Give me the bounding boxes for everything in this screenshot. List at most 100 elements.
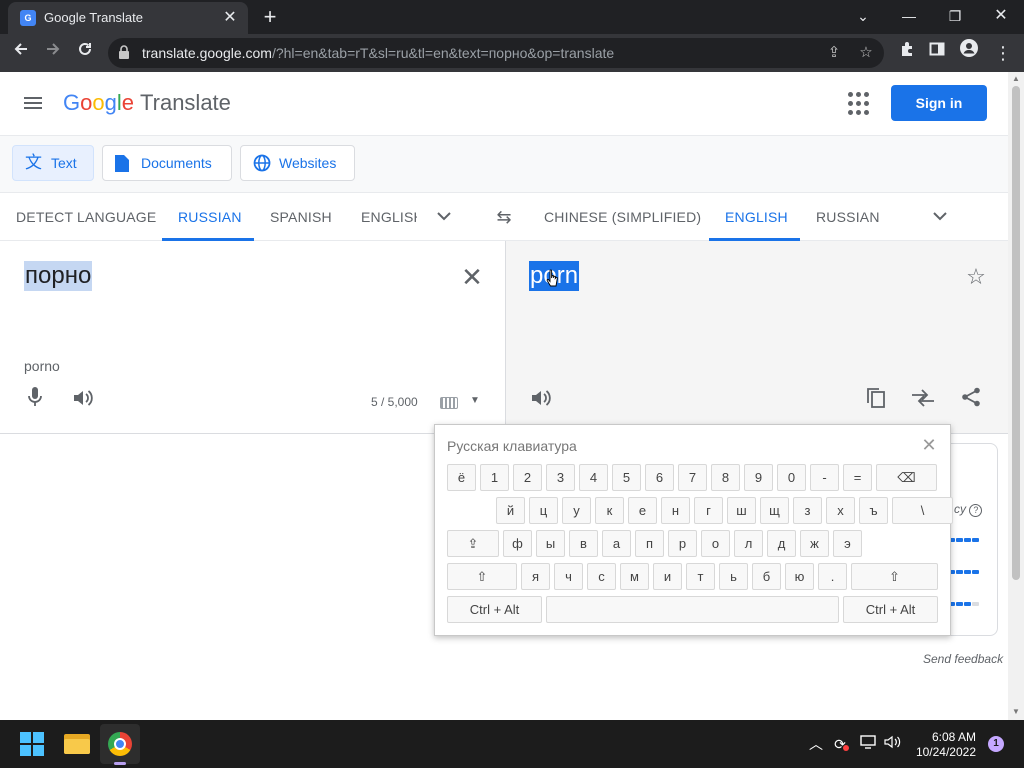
source-lang-russian[interactable]: RUSSIAN xyxy=(178,209,242,225)
show-hidden-icons-chevron-icon[interactable]: ︿ xyxy=(806,734,826,754)
keyboard-key[interactable]: 3 xyxy=(546,464,575,491)
windows-start-icon[interactable] xyxy=(20,732,44,756)
new-tab-button[interactable]: + xyxy=(256,4,284,30)
microphone-icon[interactable] xyxy=(21,387,49,415)
keyboard-key[interactable]: б xyxy=(752,563,781,590)
target-lang-russian[interactable]: RUSSIAN xyxy=(816,209,880,225)
close-tab-icon[interactable]: ✕ xyxy=(220,8,240,28)
keyboard-key[interactable]: у xyxy=(562,497,591,524)
keyboard-key[interactable]: - xyxy=(810,464,839,491)
help-circle-icon[interactable]: ? xyxy=(969,504,983,517)
source-lang-more-chevron-icon[interactable] xyxy=(432,205,456,229)
keyboard-key[interactable]: й xyxy=(496,497,525,524)
keyboard-key[interactable]: я xyxy=(521,563,550,590)
tab-documents[interactable]: Documents xyxy=(102,145,232,181)
profile-avatar-icon[interactable] xyxy=(954,38,984,68)
keyboard-key[interactable]: г xyxy=(694,497,723,524)
keyboard-key[interactable]: ж xyxy=(800,530,829,557)
listen-translation-speaker-icon[interactable] xyxy=(527,387,555,415)
page-scrollbar[interactable]: ▲ ▼ xyxy=(1008,72,1024,720)
keyboard-key[interactable]: х xyxy=(826,497,855,524)
browser-tab[interactable]: G Google Translate ✕ xyxy=(8,2,248,34)
keyboard-icon[interactable] xyxy=(440,397,458,409)
close-window-button[interactable]: ✕ xyxy=(978,0,1024,34)
keyboard-key[interactable]: 4 xyxy=(579,464,608,491)
main-menu-icon[interactable] xyxy=(24,94,48,114)
browser-menu-icon[interactable]: ⋮ xyxy=(988,38,1018,68)
keyboard-key[interactable]: 6 xyxy=(645,464,674,491)
target-lang-english[interactable]: ENGLISH xyxy=(725,209,788,225)
target-lang-more-chevron-icon[interactable] xyxy=(928,205,952,229)
clear-source-icon[interactable]: ✕ xyxy=(458,263,486,291)
listen-source-speaker-icon[interactable] xyxy=(69,387,97,415)
caps-lock-key[interactable]: ⇪ xyxy=(447,530,499,557)
tab-text[interactable]: 文 Text xyxy=(12,145,94,181)
keyboard-key[interactable]: 0 xyxy=(777,464,806,491)
source-lang-spanish[interactable]: SPANISH xyxy=(270,209,332,225)
keyboard-key[interactable]: 8 xyxy=(711,464,740,491)
left-ctrl-alt-key[interactable]: Ctrl + Alt xyxy=(447,596,542,623)
input-tools-dropdown-icon[interactable]: ▼ xyxy=(470,395,480,406)
keyboard-key[interactable]: ф xyxy=(503,530,532,557)
keyboard-key[interactable]: щ xyxy=(760,497,789,524)
right-ctrl-alt-key[interactable]: Ctrl + Alt xyxy=(843,596,938,623)
file-explorer-icon[interactable] xyxy=(64,732,90,754)
keyboard-key[interactable]: з xyxy=(793,497,822,524)
keyboard-key[interactable]: м xyxy=(620,563,649,590)
target-lang-chinese[interactable]: CHINESE (SIMPLIFIED) xyxy=(544,209,701,225)
scrollbar-thumb[interactable] xyxy=(1012,86,1020,580)
rate-translation-icon[interactable] xyxy=(909,387,937,415)
volume-icon[interactable] xyxy=(883,734,903,754)
backslash-key[interactable]: \ xyxy=(892,497,953,524)
keyboard-key[interactable]: 7 xyxy=(678,464,707,491)
keyboard-key[interactable]: 5 xyxy=(612,464,641,491)
tab-websites[interactable]: Websites xyxy=(240,145,355,181)
save-translation-star-icon[interactable]: ☆ xyxy=(962,263,990,291)
system-clock[interactable]: 6:08 AM 10/24/2022 xyxy=(912,730,976,760)
keyboard-key[interactable]: = xyxy=(843,464,872,491)
google-apps-icon[interactable] xyxy=(848,92,872,116)
keyboard-key[interactable]: ы xyxy=(536,530,565,557)
keyboard-key[interactable]: п xyxy=(635,530,664,557)
copy-translation-icon[interactable] xyxy=(862,387,890,415)
notification-badge[interactable]: 1 xyxy=(988,736,1004,752)
keyboard-key[interactable]: ю xyxy=(785,563,814,590)
keyboard-key[interactable]: ц xyxy=(529,497,558,524)
keyboard-key[interactable]: ш xyxy=(727,497,756,524)
russian-virtual-keyboard[interactable]: Русская клавиатура ✕ ё 1 2 3 4 5 6 7 8 9 0- = ⌫ й ц у к е… xyxy=(434,424,953,636)
space-key[interactable] xyxy=(546,596,839,623)
swap-languages-icon[interactable]: ⇆ xyxy=(492,205,516,229)
keyboard-key[interactable]: ч xyxy=(554,563,583,590)
send-feedback-link[interactable]: Send feedback xyxy=(923,652,1003,666)
source-lang-english[interactable]: ENGLISH xyxy=(361,209,417,225)
keyboard-key[interactable]: в xyxy=(569,530,598,557)
keyboard-key[interactable]: л xyxy=(734,530,763,557)
keyboard-key[interactable]: 1 xyxy=(480,464,509,491)
keyboard-key[interactable]: е xyxy=(628,497,657,524)
google-translate-logo[interactable]: Google Translate xyxy=(63,90,231,116)
source-text-panel[interactable]: порно ✕ porno 5 / 5,000 ▼ xyxy=(0,241,505,434)
restore-button[interactable]: ❐ xyxy=(932,0,978,34)
right-shift-key[interactable]: ⇧ xyxy=(851,563,938,590)
sync-icon[interactable]: ⟳ xyxy=(830,734,850,754)
source-text[interactable]: порно xyxy=(24,261,93,291)
left-shift-key[interactable]: ⇧ xyxy=(447,563,517,590)
keyboard-key[interactable]: к xyxy=(595,497,624,524)
tab-search-chevron-icon[interactable]: ⌄ xyxy=(840,0,886,34)
keyboard-key[interactable]: 9 xyxy=(744,464,773,491)
keyboard-key[interactable]: и xyxy=(653,563,682,590)
keyboard-key[interactable]: с xyxy=(587,563,616,590)
keyboard-key[interactable]: ё xyxy=(447,464,476,491)
minimize-button[interactable]: — xyxy=(886,0,932,34)
network-icon[interactable] xyxy=(858,734,878,754)
extensions-puzzle-icon[interactable] xyxy=(892,38,922,68)
source-lang-detect[interactable]: DETECT LANGUAGE xyxy=(16,209,156,225)
close-keyboard-icon[interactable]: ✕ xyxy=(919,435,939,455)
forward-button[interactable] xyxy=(38,38,68,68)
scroll-up-arrow-icon[interactable]: ▲ xyxy=(1012,75,1020,83)
keyboard-key[interactable]: 2 xyxy=(513,464,542,491)
reload-button[interactable] xyxy=(70,38,100,68)
keyboard-key[interactable]: т xyxy=(686,563,715,590)
keyboard-key[interactable]: а xyxy=(602,530,631,557)
keyboard-key[interactable]: р xyxy=(668,530,697,557)
